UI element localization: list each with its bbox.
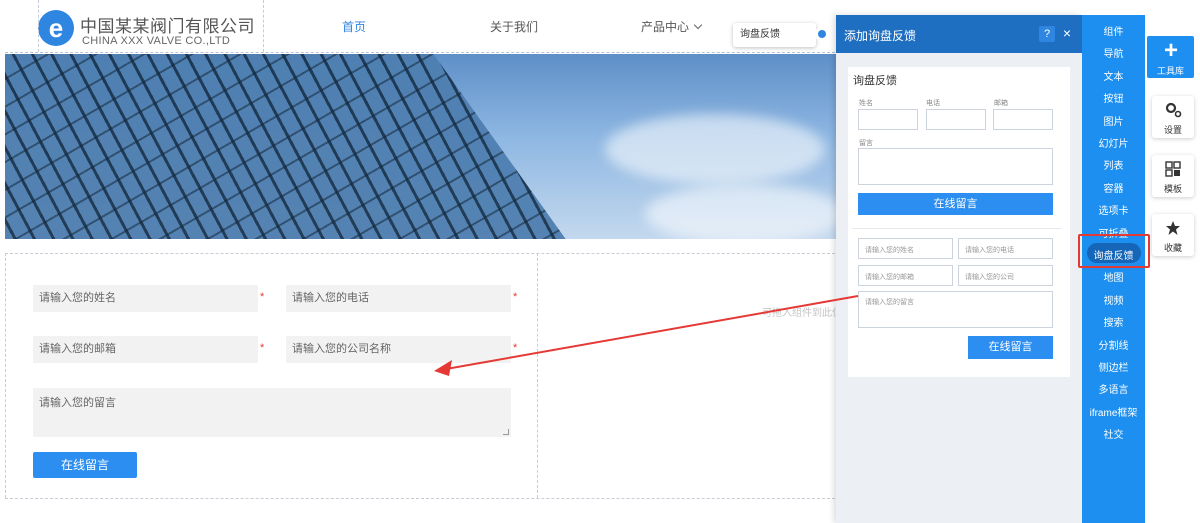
editor-page: e 中国某某阀门有限公司 CHINA XXX VALVE CO.,LTD 首页 …	[0, 0, 1200, 523]
annotation-arrow	[434, 295, 859, 376]
arrow-head	[434, 360, 452, 376]
arrow-line	[445, 295, 859, 370]
